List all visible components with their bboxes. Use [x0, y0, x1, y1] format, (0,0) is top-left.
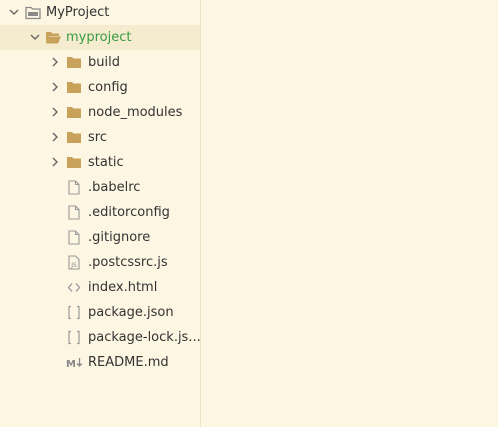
tree-file-index-html[interactable]: index.html [0, 275, 200, 300]
tree-folder-config[interactable]: config [0, 75, 200, 100]
tree-label: index.html [88, 280, 158, 295]
tree-file-babelrc[interactable]: .babelrc [0, 175, 200, 200]
folder-icon [67, 57, 81, 68]
file-icon [68, 205, 80, 220]
tree-label: build [88, 55, 120, 70]
project-folder-icon [25, 6, 41, 20]
folder-icon [67, 157, 81, 168]
chevron-right-icon[interactable] [49, 131, 61, 143]
tree-folder-src[interactable]: src [0, 125, 200, 150]
tree-root-myproject[interactable]: MyProject [0, 0, 200, 25]
markdown-file-icon: M [66, 358, 82, 370]
chevron-down-icon[interactable] [8, 6, 20, 18]
tree-file-package-lock-json[interactable]: package-lock.js... [0, 325, 201, 350]
folder-open-icon [46, 32, 61, 44]
tree-label: MyProject [46, 5, 110, 20]
tree-label: node_modules [88, 105, 183, 120]
tree-file-gitignore[interactable]: .gitignore [0, 225, 200, 250]
tree-label: .editorconfig [88, 205, 170, 220]
html-file-icon [67, 283, 81, 292]
tree-file-readme-md[interactable]: M README.md [0, 350, 200, 375]
json-file-icon [68, 330, 80, 345]
tree-label: package-lock.js... [88, 330, 201, 345]
tree-label: src [88, 130, 107, 145]
tree-label: .postcssrc.js [88, 255, 168, 270]
tree-item-myproject[interactable]: myproject [0, 25, 200, 50]
svg-text:JS: JS [70, 262, 77, 269]
chevron-right-icon[interactable] [49, 106, 61, 118]
tree-file-postcssrc[interactable]: JS .postcssrc.js [0, 250, 200, 275]
editor-area [201, 0, 498, 427]
tree-folder-build[interactable]: build [0, 50, 200, 75]
file-icon [68, 230, 80, 245]
folder-icon [67, 107, 81, 118]
tree-file-editorconfig[interactable]: .editorconfig [0, 200, 200, 225]
project-explorer: MyProject myproject build config node_mo… [0, 0, 201, 427]
tree-label: README.md [88, 355, 169, 370]
tree-label: myproject [66, 30, 132, 45]
js-file-icon: JS [68, 255, 80, 270]
svg-text:M: M [66, 359, 76, 370]
tree-folder-static[interactable]: static [0, 150, 200, 175]
tree-label: .babelrc [88, 180, 141, 195]
file-icon [68, 180, 80, 195]
json-file-icon [68, 305, 80, 320]
chevron-right-icon[interactable] [49, 156, 61, 168]
chevron-right-icon[interactable] [49, 81, 61, 93]
tree-file-package-json[interactable]: package.json [0, 300, 200, 325]
tree-label: .gitignore [88, 230, 151, 245]
chevron-down-icon[interactable] [29, 31, 41, 43]
folder-icon [67, 82, 81, 93]
folder-icon [67, 132, 81, 143]
tree-label: config [88, 80, 128, 95]
tree-folder-node-modules[interactable]: node_modules [0, 100, 200, 125]
chevron-right-icon[interactable] [49, 56, 61, 68]
tree-label: static [88, 155, 124, 170]
tree-label: package.json [88, 305, 174, 320]
